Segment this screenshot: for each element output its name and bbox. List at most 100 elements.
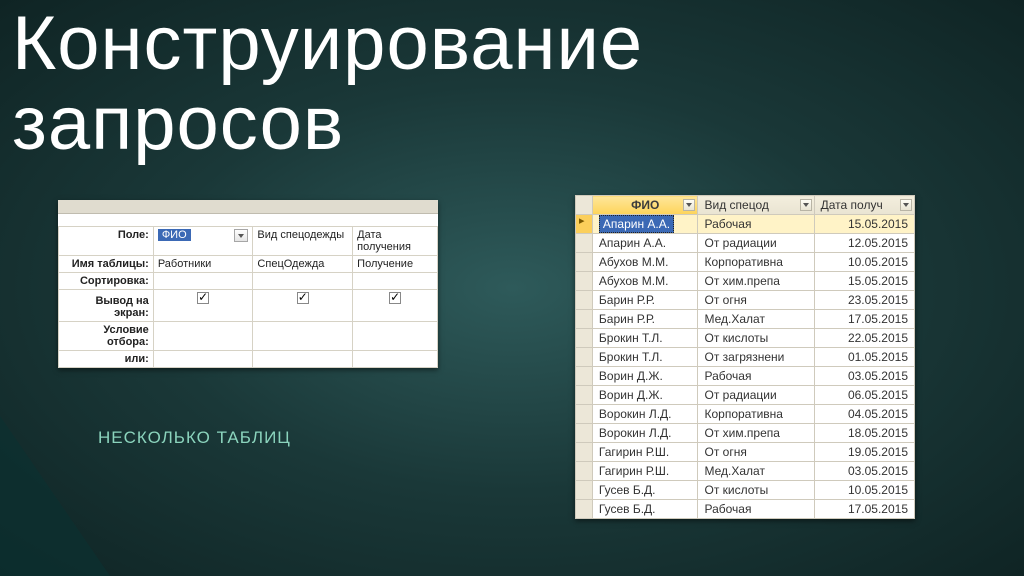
table-row[interactable]: Ворин Д.Ж.От радиации06.05.2015 [576, 386, 915, 405]
cell-date[interactable]: 18.05.2015 [814, 424, 914, 443]
show-cell-2[interactable] [353, 290, 438, 322]
field-cell-0[interactable]: ФИО [153, 227, 253, 256]
criteria-cell-0[interactable] [153, 322, 253, 351]
or-cell-2[interactable] [353, 351, 438, 368]
cell-vid[interactable]: Рабочая [698, 215, 814, 234]
cell-fio[interactable]: Абухов М.М. [592, 253, 698, 272]
cell-date[interactable]: 10.05.2015 [814, 481, 914, 500]
table-row[interactable]: Ворокин Л.Д.От хим.препа18.05.2015 [576, 424, 915, 443]
row-selector[interactable] [576, 405, 593, 424]
cell-date[interactable]: 03.05.2015 [814, 367, 914, 386]
checkbox-icon[interactable] [389, 292, 401, 304]
sort-cell-1[interactable] [253, 273, 353, 290]
cell-vid[interactable]: От кислоты [698, 481, 814, 500]
or-cell-0[interactable] [153, 351, 253, 368]
cell-fio[interactable]: Гагирин Р.Ш. [592, 462, 698, 481]
cell-vid[interactable]: От огня [698, 291, 814, 310]
cell-vid[interactable]: Мед.Халат [698, 462, 814, 481]
table-row[interactable]: Абухов М.М.Корпоративна10.05.2015 [576, 253, 915, 272]
cell-fio[interactable]: Апарин А.А. [592, 234, 698, 253]
dropdown-icon[interactable] [683, 199, 695, 211]
cell-date[interactable]: 03.05.2015 [814, 462, 914, 481]
criteria-cell-1[interactable] [253, 322, 353, 351]
row-selector[interactable] [576, 462, 593, 481]
checkbox-icon[interactable] [197, 292, 209, 304]
row-selector[interactable] [576, 253, 593, 272]
cell-vid[interactable]: От радиации [698, 386, 814, 405]
row-selector[interactable] [576, 234, 593, 253]
row-selector[interactable] [576, 329, 593, 348]
cell-fio[interactable]: Ворин Д.Ж. [592, 367, 698, 386]
row-selector[interactable] [576, 424, 593, 443]
table-row[interactable]: Абухов М.М.От хим.препа15.05.2015 [576, 272, 915, 291]
cell-vid[interactable]: От огня [698, 443, 814, 462]
cell-vid[interactable]: От хим.препа [698, 424, 814, 443]
cell-date[interactable]: 06.05.2015 [814, 386, 914, 405]
cell-vid[interactable]: От загрязнени [698, 348, 814, 367]
cell-date[interactable]: 12.05.2015 [814, 234, 914, 253]
cell-fio[interactable]: Брокин Т.Л. [592, 329, 698, 348]
cell-fio[interactable]: Ворин Д.Ж. [592, 386, 698, 405]
cell-date[interactable]: 17.05.2015 [814, 500, 914, 519]
table-row[interactable]: Апарин А.А.Рабочая15.05.2015 [576, 215, 915, 234]
cell-date[interactable]: 17.05.2015 [814, 310, 914, 329]
row-selector[interactable] [576, 443, 593, 462]
row-selector-header[interactable] [576, 196, 593, 215]
table-cell-2[interactable]: Получение [353, 256, 438, 273]
table-row[interactable]: Апарин А.А.От радиации12.05.2015 [576, 234, 915, 253]
table-row[interactable]: Гусев Б.Д.От кислоты10.05.2015 [576, 481, 915, 500]
cell-fio[interactable]: Брокин Т.Л. [592, 348, 698, 367]
table-cell-1[interactable]: СпецОдежда [253, 256, 353, 273]
checkbox-icon[interactable] [297, 292, 309, 304]
column-header-fio[interactable]: ФИО [592, 196, 698, 215]
table-row[interactable]: Барин Р.Р.От огня23.05.2015 [576, 291, 915, 310]
cell-date[interactable]: 23.05.2015 [814, 291, 914, 310]
table-row[interactable]: Барин Р.Р.Мед.Халат17.05.2015 [576, 310, 915, 329]
cell-vid[interactable]: Мед.Халат [698, 310, 814, 329]
sort-cell-0[interactable] [153, 273, 253, 290]
cell-fio[interactable]: Барин Р.Р. [592, 291, 698, 310]
cell-date[interactable]: 19.05.2015 [814, 443, 914, 462]
field-combo-icon[interactable] [234, 229, 248, 242]
table-cell-0[interactable]: Работники [153, 256, 253, 273]
field-cell-1[interactable]: Вид спецодежды [253, 227, 353, 256]
cell-date[interactable]: 01.05.2015 [814, 348, 914, 367]
row-selector[interactable] [576, 481, 593, 500]
row-selector[interactable] [576, 310, 593, 329]
cell-date[interactable]: 15.05.2015 [814, 272, 914, 291]
row-selector[interactable] [576, 272, 593, 291]
row-selector[interactable] [576, 500, 593, 519]
show-cell-0[interactable] [153, 290, 253, 322]
cell-fio[interactable]: Абухов М.М. [592, 272, 698, 291]
table-row[interactable]: Гагирин Р.Ш.От огня19.05.2015 [576, 443, 915, 462]
cell-vid[interactable]: Рабочая [698, 500, 814, 519]
cell-vid[interactable]: От хим.препа [698, 272, 814, 291]
cell-fio[interactable]: Апарин А.А. [592, 215, 698, 234]
row-selector[interactable] [576, 291, 593, 310]
dropdown-icon[interactable] [900, 199, 912, 211]
cell-date[interactable]: 22.05.2015 [814, 329, 914, 348]
cell-fio[interactable]: Гагирин Р.Ш. [592, 443, 698, 462]
row-selector[interactable] [576, 386, 593, 405]
row-selector[interactable] [576, 215, 593, 234]
cell-fio[interactable]: Барин Р.Р. [592, 310, 698, 329]
cell-date[interactable]: 15.05.2015 [814, 215, 914, 234]
cell-fio[interactable]: Ворокин Л.Д. [592, 405, 698, 424]
table-row[interactable]: Ворокин Л.Д.Корпоративна04.05.2015 [576, 405, 915, 424]
cell-vid[interactable]: Корпоративна [698, 405, 814, 424]
table-row[interactable]: Ворин Д.Ж.Рабочая03.05.2015 [576, 367, 915, 386]
sort-cell-2[interactable] [353, 273, 438, 290]
table-row[interactable]: Гагирин Р.Ш.Мед.Халат03.05.2015 [576, 462, 915, 481]
cell-vid[interactable]: Корпоративна [698, 253, 814, 272]
cell-vid[interactable]: Рабочая [698, 367, 814, 386]
column-header-vid[interactable]: Вид спецод [698, 196, 814, 215]
cell-vid[interactable]: От кислоты [698, 329, 814, 348]
row-selector[interactable] [576, 367, 593, 386]
cell-date[interactable]: 04.05.2015 [814, 405, 914, 424]
table-row[interactable]: Брокин Т.Л.От загрязнени01.05.2015 [576, 348, 915, 367]
table-row[interactable]: Брокин Т.Л.От кислоты22.05.2015 [576, 329, 915, 348]
row-selector[interactable] [576, 348, 593, 367]
or-cell-1[interactable] [253, 351, 353, 368]
dropdown-icon[interactable] [800, 199, 812, 211]
cell-fio[interactable]: Ворокин Л.Д. [592, 424, 698, 443]
